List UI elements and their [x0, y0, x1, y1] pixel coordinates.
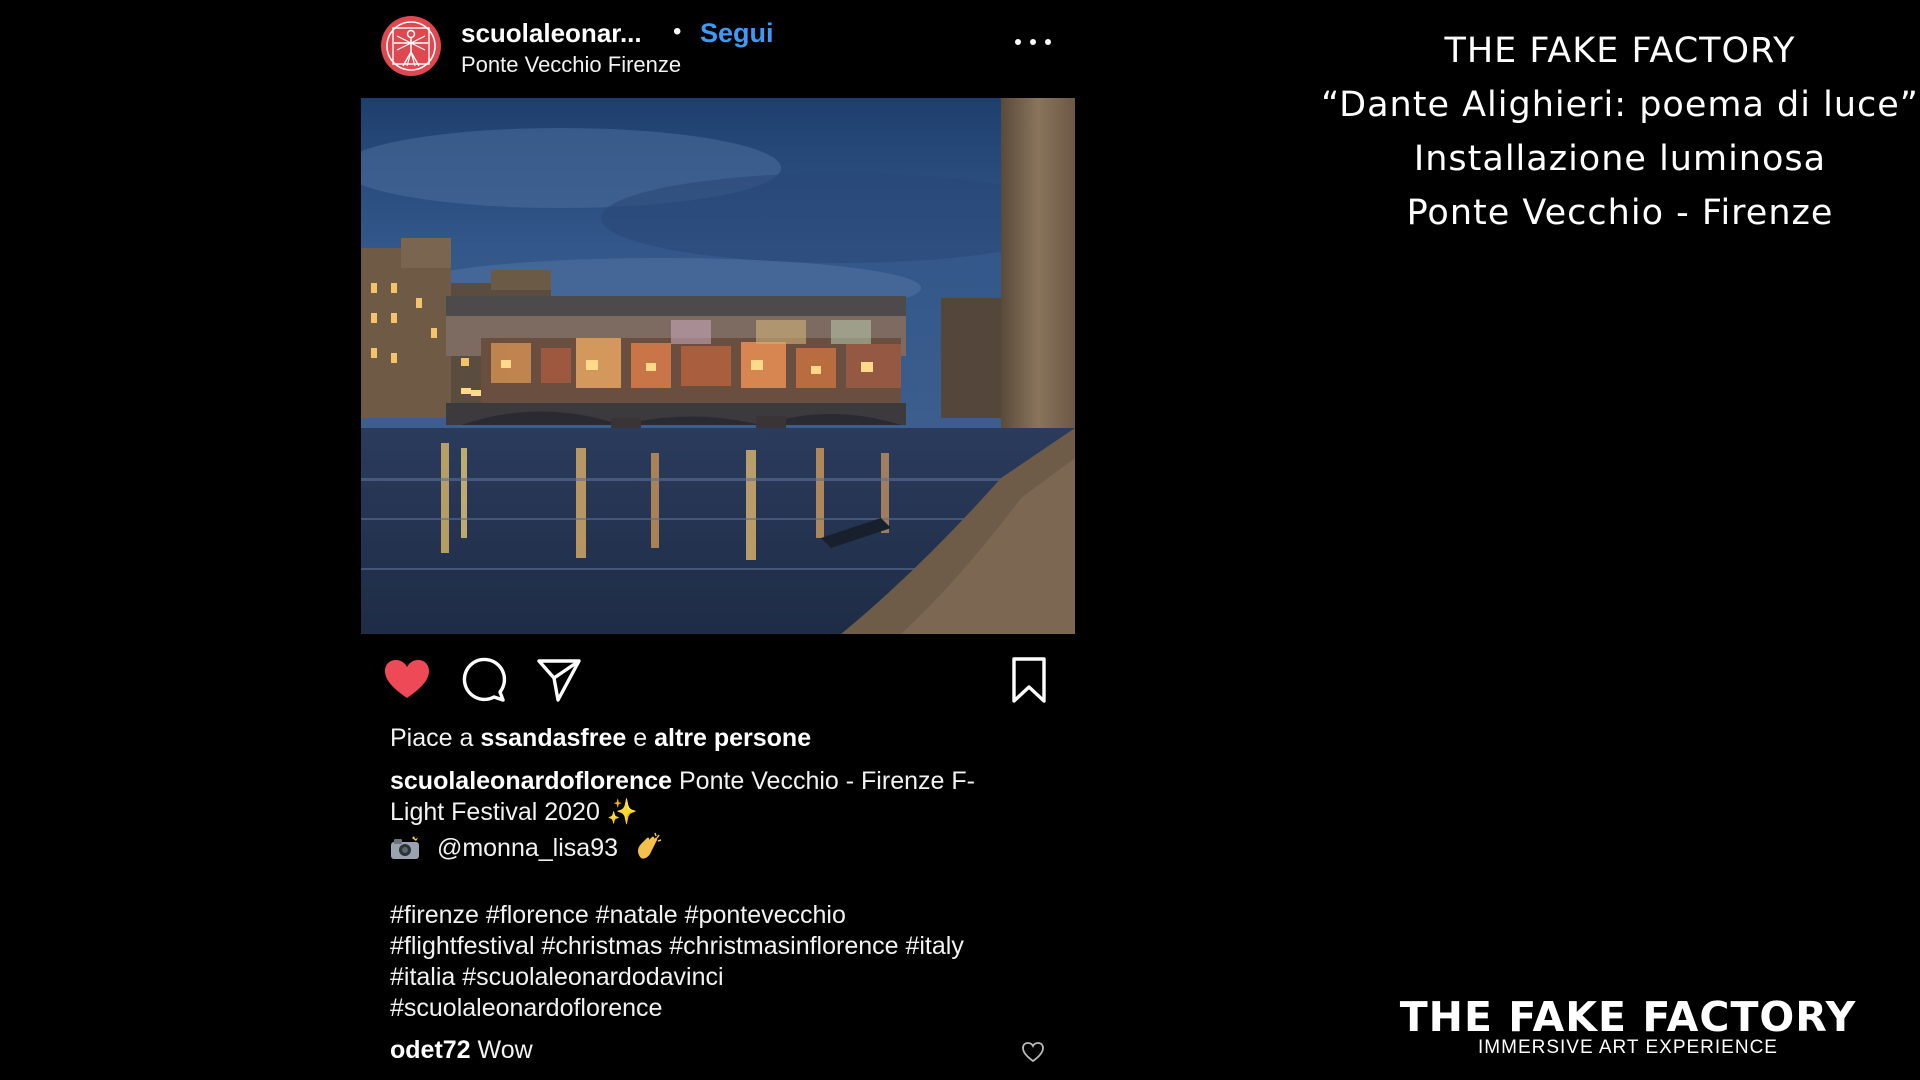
camera-flash-icon	[390, 836, 420, 868]
comment-like-button[interactable]	[1021, 1040, 1045, 1064]
clapping-hands-icon	[633, 832, 663, 870]
like-button[interactable]	[381, 654, 433, 706]
more-dot	[1030, 39, 1036, 45]
instagram-post: scuolaleonar... • Segui Ponte Vecchio Fi…	[361, 0, 1075, 1080]
heart-outline-icon	[1022, 1042, 1044, 1063]
paper-plane-icon	[537, 659, 581, 702]
title-line-location: Ponte Vecchio - Firenze	[1406, 193, 1834, 233]
hashtag-line[interactable]: #flightfestival #christmas #christmasinf…	[390, 931, 1070, 962]
comment-row: odet72 Wow	[390, 1036, 533, 1065]
installation-title: THE FAKE FACTORY “Dante Alighieri: poema…	[1320, 24, 1920, 240]
title-line-studio: THE FAKE FACTORY	[1444, 31, 1796, 71]
screen: scuolaleonar... • Segui Ponte Vecchio Fi…	[0, 0, 1920, 1080]
post-header: scuolaleonar... • Segui Ponte Vecchio Fi…	[361, 0, 1075, 98]
likes-summary[interactable]: Piace a ssandasfree e altre persone	[390, 724, 811, 753]
profile-avatar[interactable]	[381, 16, 441, 76]
bookmark-icon	[1012, 657, 1046, 703]
post-location[interactable]: Ponte Vecchio Firenze	[461, 52, 681, 78]
caption-mention[interactable]: @monna_lisa93	[437, 834, 618, 862]
hashtag-line[interactable]: #scuolaleonardoflorence	[390, 993, 1070, 1024]
ponte-vecchio-photo	[361, 98, 1075, 634]
share-button[interactable]	[533, 654, 585, 706]
title-line-type: Installazione luminosa	[1413, 139, 1827, 179]
title-line-work: “Dante Alighieri: poema di luce”	[1321, 85, 1919, 125]
caption-text-line2: Light Festival 2020 ✨	[390, 798, 638, 826]
header-separator: •	[673, 18, 682, 45]
more-options-icon[interactable]	[1015, 32, 1051, 52]
caption-username[interactable]: scuolaleonardoflorence	[390, 767, 672, 795]
more-dot	[1045, 39, 1051, 45]
caption-text-line1: Ponte Vecchio - Firenze F-	[678, 767, 975, 795]
heart-filled-icon	[385, 660, 429, 698]
logo-wordmark: THE FAKE FACTORY	[1399, 993, 1857, 1041]
hashtag-line[interactable]: #italia #scuolaleonardodavinci	[390, 962, 1070, 993]
post-photo[interactable]	[361, 98, 1075, 634]
more-dot	[1015, 39, 1021, 45]
comment-bubble-icon	[462, 657, 507, 702]
post-actions	[361, 654, 1075, 706]
likes-others[interactable]: altre persone	[654, 724, 811, 752]
hashtag-line[interactable]: #firenze #florence #natale #pontevecchio	[390, 900, 1070, 931]
vitruvian-man-icon	[386, 21, 436, 71]
logo-tagline: IMMERSIVE ART EXPERIENCE	[1478, 1037, 1778, 1058]
comment-username[interactable]: odet72	[390, 1036, 471, 1064]
comment-text: Wow	[477, 1036, 533, 1064]
save-button[interactable]	[1003, 654, 1055, 706]
post-caption: scuolaleonardoflorence Ponte Vecchio - F…	[390, 766, 1030, 870]
post-hashtags: #firenze #florence #natale #pontevecchio…	[390, 900, 1070, 1024]
likes-conj: e	[633, 724, 648, 752]
follow-button[interactable]: Segui	[700, 18, 774, 49]
fake-factory-logo: THE FAKE FACTORY IMMERSIVE ART EXPERIENC…	[1398, 996, 1858, 1058]
post-username[interactable]: scuolaleonar...	[461, 18, 642, 49]
likes-user[interactable]: ssandasfree	[480, 724, 626, 752]
comment-button[interactable]	[457, 654, 509, 706]
likes-prefix: Piace a	[390, 724, 474, 752]
